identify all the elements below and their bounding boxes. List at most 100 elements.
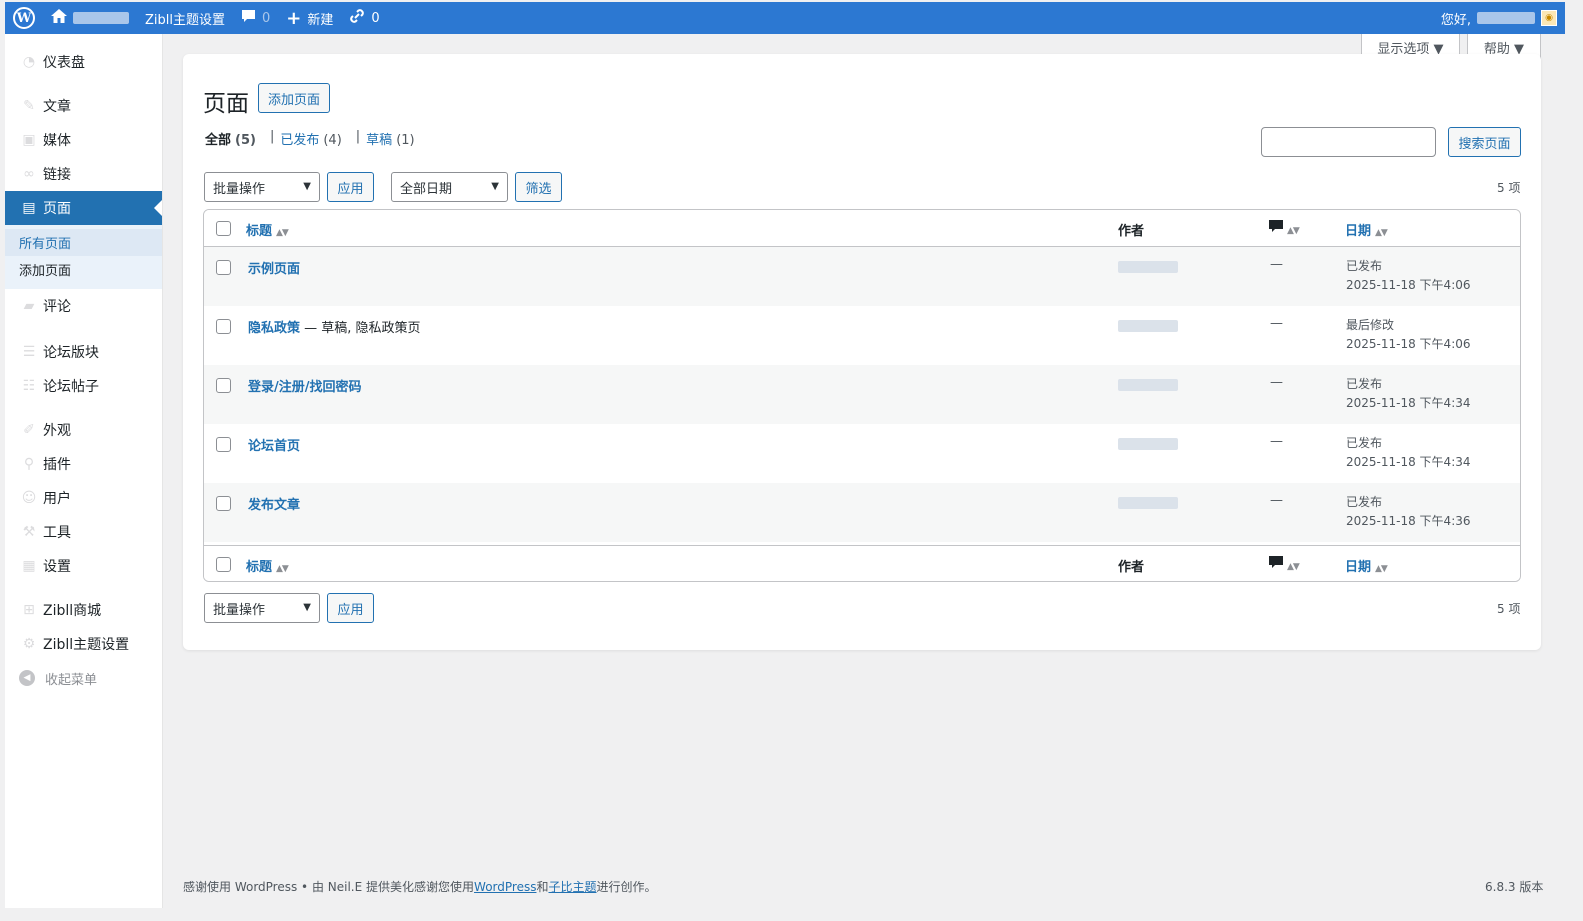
row-checkbox[interactable] [216, 378, 231, 393]
row-author-blurred [1118, 261, 1178, 273]
sidebar-item-dashboard[interactable]: ◔ 仪表盘 [5, 45, 162, 79]
sort-arrows-icon: ▲▼ [1375, 564, 1388, 574]
tools-icon: ⚒ [22, 524, 36, 540]
select-all-checkbox[interactable] [216, 221, 231, 236]
page-title: 页面 [203, 91, 249, 117]
row-title-link[interactable]: 登录/注册/找回密码 [248, 380, 362, 395]
media-icon: ▣ [22, 132, 36, 148]
sidebar-item-pages[interactable]: ▤ 页面 [5, 191, 162, 225]
item-count-top: 5 项 [1497, 181, 1521, 195]
search-input[interactable] [1261, 127, 1436, 157]
row-title-link[interactable]: 示例页面 [248, 262, 300, 277]
row-checkbox[interactable] [216, 496, 231, 511]
sidebar-item-posts[interactable]: ✎ 文章 [5, 89, 162, 123]
column-title-sort[interactable]: 标题 ▲▼ [246, 220, 289, 239]
collapse-menu-button[interactable]: ◀ 收起菜单 [5, 661, 162, 695]
footer-wordpress-link[interactable]: WordPress [474, 880, 536, 894]
forum-post-icon: ☷ [22, 378, 36, 394]
forum-icon: ☰ [22, 344, 36, 360]
row-author-blurred [1118, 438, 1178, 450]
table-header: 标题 ▲▼ 作者 ▲▼ 日期 ▲▼ [204, 210, 1520, 247]
sort-arrows-icon: ▲▼ [276, 564, 289, 574]
column-date-sort-bottom[interactable]: 日期 ▲▼ [1345, 556, 1388, 575]
pages-icon: ▤ [22, 200, 36, 216]
comment-bubble-icon [241, 9, 256, 27]
table-row: 隐私政策 — 草稿, 隐私政策页 — 最后修改 2025-11-18 下午4:06 [204, 306, 1520, 365]
submenu-all-pages[interactable]: 所有页面 [5, 229, 162, 256]
site-name-menu[interactable] [43, 2, 137, 34]
column-comments-sort[interactable]: ▲▼ [1269, 220, 1300, 237]
links-menu[interactable]: 0 [341, 2, 387, 34]
new-content-menu[interactable]: + 新建 [278, 2, 341, 34]
column-date-sort[interactable]: 日期 ▲▼ [1345, 220, 1388, 239]
row-checkbox[interactable] [216, 319, 231, 334]
filter-button[interactable]: 筛选 [515, 172, 562, 202]
row-title-link[interactable]: 发布文章 [248, 498, 300, 513]
row-author-blurred [1118, 320, 1178, 332]
pages-submenu: 所有页面 添加页面 [5, 225, 162, 289]
apply-button-top[interactable]: 应用 [327, 172, 374, 202]
sidebar-item-appearance[interactable]: ✐ 外观 [5, 413, 162, 447]
sort-arrows-icon: ▲▼ [1375, 228, 1388, 238]
date-filter-select[interactable]: 全部日期 ▼ [391, 172, 508, 202]
plugin-icon: ⚲ [23, 456, 35, 472]
row-checkbox[interactable] [216, 260, 231, 275]
footer-theme-link[interactable]: 子比主题 [548, 880, 596, 894]
theme-settings-icon: ⚙ [22, 636, 36, 652]
sidebar-item-links[interactable]: ∞ 链接 [5, 157, 162, 191]
home-icon [51, 9, 67, 27]
chevron-down-icon: ▼ [303, 181, 311, 192]
admin-sidebar: ◔ 仪表盘 ✎ 文章 ▣ 媒体 ∞ 链接 ▤ 页面 所有页面 添加页面 ▰ 评论… [5, 34, 163, 908]
column-comments-sort-bottom[interactable]: ▲▼ [1269, 556, 1300, 573]
admin-bar: W Zibll主题设置 0 + 新建 0 您好, ◉ [5, 2, 1565, 34]
wp-version: 6.8.3 版本 [1485, 880, 1544, 894]
row-title-link[interactable]: 隐私政策 [248, 321, 300, 336]
row-author-blurred [1118, 379, 1178, 391]
bulk-action-select-top[interactable]: 批量操作 ▼ [204, 172, 320, 202]
sidebar-item-settings[interactable]: ▦ 设置 [5, 549, 162, 583]
search-pages-button[interactable]: 搜索页面 [1448, 127, 1521, 157]
apply-button-bottom[interactable]: 应用 [327, 593, 374, 623]
link-icon: ∞ [23, 166, 35, 182]
links-count: 0 [371, 10, 380, 26]
sidebar-item-users[interactable]: ☺ 用户 [5, 481, 162, 515]
submenu-add-page[interactable]: 添加页面 [5, 256, 162, 283]
comments-count: 0 [262, 10, 271, 26]
row-title-link[interactable]: 论坛首页 [248, 439, 300, 454]
column-title-sort-bottom[interactable]: 标题 ▲▼ [246, 556, 289, 575]
sidebar-item-forum-posts[interactable]: ☷ 论坛帖子 [5, 369, 162, 403]
row-date: 已发布 2025-11-18 下午4:36 [1346, 495, 1471, 528]
my-account-menu[interactable]: 您好, ◉ [1433, 2, 1565, 34]
appearance-icon: ✐ [23, 422, 35, 438]
filter-published[interactable]: 已发布 (4) [280, 129, 341, 148]
row-date: 已发布 2025-11-18 下午4:06 [1346, 259, 1471, 292]
site-name-blurred [73, 12, 129, 24]
filter-drafts[interactable]: 草稿 (1) [366, 129, 414, 148]
bulk-action-select-bottom[interactable]: 批量操作 ▼ [204, 593, 320, 623]
wp-logo-menu[interactable]: W [5, 2, 43, 34]
pin-icon: ✎ [23, 98, 35, 114]
select-all-checkbox-bottom[interactable] [216, 557, 231, 572]
row-checkbox[interactable] [216, 437, 231, 452]
collapse-arrow-icon: ◀ [19, 670, 35, 686]
users-icon: ☺ [21, 490, 37, 506]
sidebar-item-tools[interactable]: ⚒ 工具 [5, 515, 162, 549]
comments-menu[interactable]: 0 [233, 2, 278, 34]
theme-settings-link[interactable]: Zibll主题设置 [137, 2, 233, 34]
sidebar-item-plugins[interactable]: ⚲ 插件 [5, 447, 162, 481]
sidebar-item-forum-sections[interactable]: ☰ 论坛版块 [5, 335, 162, 369]
plus-icon: + [286, 7, 302, 29]
sidebar-item-zibll-settings[interactable]: ⚙ Zibll主题设置 [5, 627, 162, 661]
greeting: 您好, [1440, 12, 1471, 28]
add-page-button[interactable]: 添加页面 [258, 83, 330, 113]
row-date: 已发布 2025-11-18 下午4:34 [1346, 377, 1471, 410]
column-author-bottom: 作者 [1118, 560, 1145, 575]
row-author-blurred [1118, 497, 1178, 509]
table-row: 登录/注册/找回密码 — 已发布 2025-11-18 下午4:34 [204, 365, 1520, 424]
column-author: 作者 [1118, 224, 1145, 239]
link-chain-icon [349, 8, 365, 28]
sidebar-item-media[interactable]: ▣ 媒体 [5, 123, 162, 157]
sidebar-item-zibll-shop[interactable]: ⊞ Zibll商城 [5, 593, 162, 627]
sidebar-item-comments[interactable]: ▰ 评论 [5, 289, 162, 323]
filter-all[interactable]: 全部 (5) [205, 129, 256, 148]
